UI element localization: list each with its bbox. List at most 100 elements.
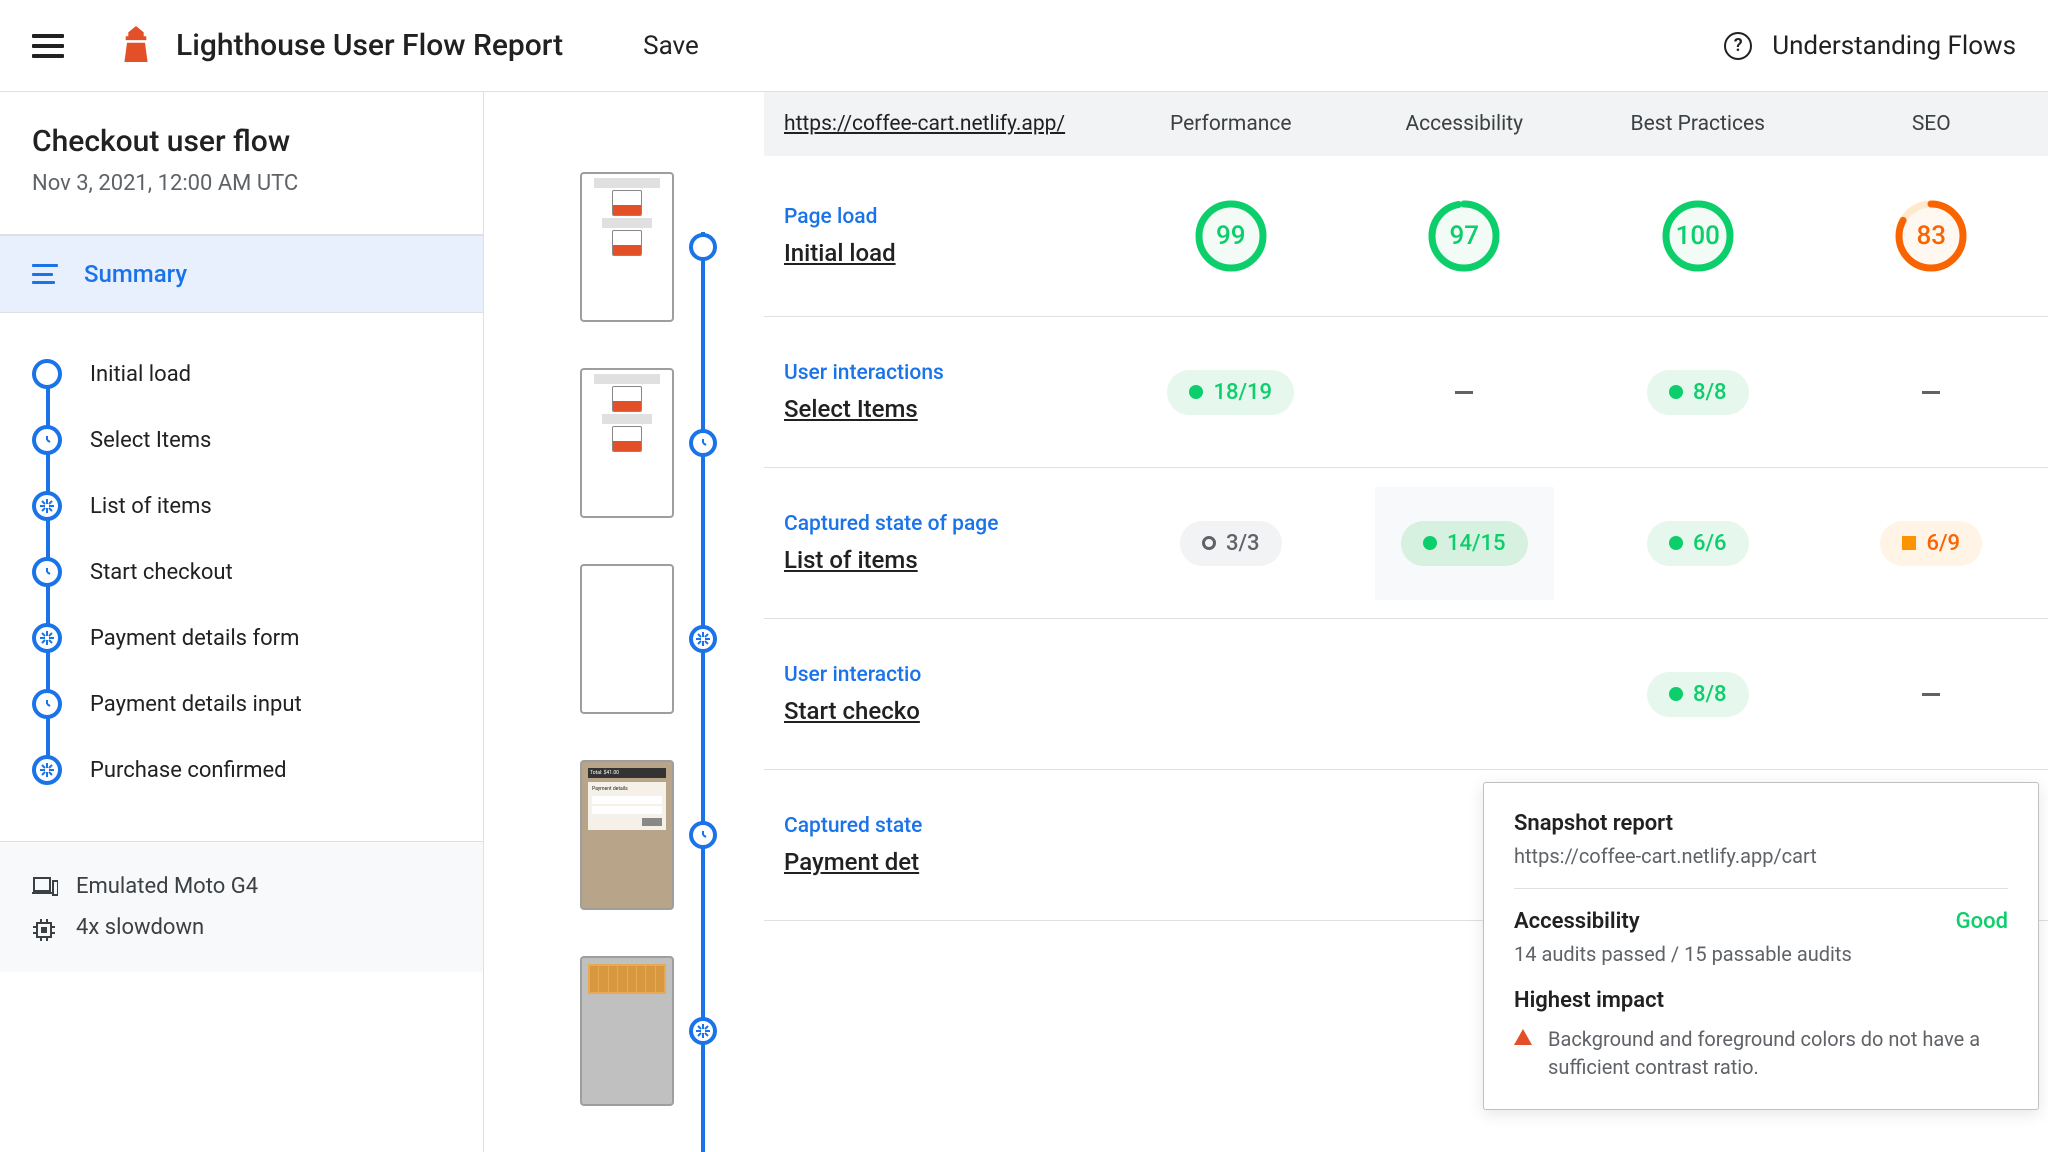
nav-item-label: Payment details input — [90, 692, 302, 717]
row-name-link[interactable]: Select Items — [784, 395, 1114, 423]
row-name-link[interactable]: Start checko — [784, 697, 1114, 725]
report-cell: 99 — [1114, 200, 1348, 272]
clock-node-icon — [32, 425, 62, 455]
timeline-item[interactable] — [524, 564, 764, 714]
aperture-node-icon — [32, 491, 62, 521]
timeline-item[interactable] — [524, 368, 764, 518]
cpu-icon — [32, 918, 56, 938]
col-accessibility: Accessibility — [1348, 112, 1582, 136]
sidebar-nav-item[interactable]: List of items — [32, 473, 451, 539]
clock-node-icon — [32, 689, 62, 719]
timeline-thumbnail — [580, 564, 674, 714]
score-chip[interactable]: 6/9 — [1880, 521, 1982, 566]
lighthouse-logo-icon — [120, 26, 152, 66]
warning-triangle-icon — [1514, 1029, 1532, 1045]
device-icon — [32, 877, 56, 897]
report-cell: 18/19 — [1114, 370, 1348, 415]
nav-item-label: List of items — [90, 494, 212, 519]
clock-node-icon — [32, 557, 62, 587]
report-cell: 83 — [1815, 200, 2048, 272]
row-name-link[interactable]: List of items — [784, 546, 1114, 574]
flow-date: Nov 3, 2021, 12:00 AM UTC — [32, 171, 451, 196]
nav-item-label: Initial load — [90, 362, 191, 387]
timeline-item[interactable] — [524, 172, 764, 322]
menu-icon[interactable] — [32, 34, 64, 58]
score-chip[interactable]: 6/6 — [1647, 521, 1749, 566]
tooltip-rating: Good — [1956, 909, 2008, 934]
sidebar-nav-item[interactable]: Select Items — [32, 407, 451, 473]
row-type-label: Captured state — [784, 814, 1114, 838]
nav-item-label: Purchase confirmed — [90, 758, 287, 783]
col-seo: SEO — [1815, 112, 2048, 136]
emulated-device: Emulated Moto G4 — [76, 874, 258, 899]
app-title: Lighthouse User Flow Report — [176, 28, 563, 63]
report-cell — [1815, 693, 2048, 696]
row-name-link[interactable]: Payment det — [784, 848, 1114, 876]
row-type-label: Captured state of page — [784, 512, 1114, 536]
row-type-label: Page load — [784, 205, 1114, 229]
dash-icon — [1922, 693, 1940, 696]
row-type-label: User interactions — [784, 361, 1114, 385]
understanding-flows-link[interactable]: Understanding Flows — [1772, 31, 2016, 61]
nav-item-label: Start checkout — [90, 560, 233, 585]
report-row: User interactions Select Items 18/19 8/8 — [764, 317, 2048, 468]
gauge-accessibility[interactable]: 97 — [1428, 200, 1500, 272]
report-cell — [1348, 391, 1582, 394]
col-performance: Performance — [1114, 112, 1348, 136]
report-cell: 3/3 — [1114, 521, 1348, 566]
summary-label: Summary — [84, 260, 187, 288]
tooltip-snapshot-report: Snapshot report https://coffee-cart.netl… — [1483, 782, 2039, 1110]
report-cell: 6/9 — [1815, 521, 2048, 566]
help-icon[interactable]: ? — [1724, 32, 1752, 60]
timeline-node-icon — [689, 429, 717, 457]
gauge-best-practices[interactable]: 100 — [1662, 200, 1734, 272]
row-type-label: User interactio — [784, 663, 1114, 687]
sidebar-nav-item[interactable]: Payment details form — [32, 605, 451, 671]
row-name-link[interactable]: Initial load — [784, 239, 1114, 267]
sidebar-nav-item[interactable]: Initial load — [32, 341, 451, 407]
cpu-throttle: 4x slowdown — [76, 915, 204, 940]
timeline-node-icon — [689, 233, 717, 261]
score-chip[interactable]: 14/15 — [1401, 521, 1528, 566]
aperture-node-icon — [32, 623, 62, 653]
save-button[interactable]: Save — [643, 31, 699, 61]
flow-title: Checkout user flow — [32, 124, 451, 159]
score-chip[interactable]: 3/3 — [1180, 521, 1282, 566]
sidebar-nav-item[interactable]: Payment details input — [32, 671, 451, 737]
timeline-thumbnail — [580, 368, 674, 518]
score-chip[interactable]: 8/8 — [1647, 672, 1749, 717]
nav-item-label: Select Items — [90, 428, 211, 453]
timeline-node-icon — [689, 821, 717, 849]
tooltip-issue-text: Background and foreground colors do not … — [1548, 1025, 2008, 1081]
report-header-row: https://coffee-cart.netlify.app/ Perform… — [764, 92, 2048, 156]
tooltip-detail: 14 audits passed / 15 passable audits — [1514, 942, 2008, 966]
report-row: User interactio Start checko 8/8 — [764, 619, 2048, 770]
report-cell: 100 — [1581, 200, 1815, 272]
tooltip-impact-title: Highest impact — [1514, 988, 2008, 1013]
sidebar-summary-tab[interactable]: Summary — [0, 235, 483, 313]
report-url[interactable]: https://coffee-cart.netlify.app/ — [764, 112, 1114, 136]
report-row: Page load Initial load 99 97 100 83 — [764, 156, 2048, 317]
tooltip-category: Accessibility — [1514, 909, 1640, 934]
score-chip[interactable]: 18/19 — [1167, 370, 1294, 415]
timeline-item[interactable]: Total: $41.00Payment details — [524, 760, 764, 910]
sidebar: Checkout user flow Nov 3, 2021, 12:00 AM… — [0, 92, 484, 1152]
report-cell: 97 — [1348, 200, 1582, 272]
report-cell: 6/6 — [1581, 521, 1815, 566]
gauge-seo[interactable]: 83 — [1895, 200, 1967, 272]
timeline-node-icon — [689, 1017, 717, 1045]
sidebar-nav-item[interactable]: Start checkout — [32, 539, 451, 605]
timeline: Total: $41.00Payment details — [524, 92, 764, 1152]
aperture-node-icon — [32, 755, 62, 785]
gauge-performance[interactable]: 99 — [1195, 200, 1267, 272]
report-row: Captured state of page List of items 3/3 14… — [764, 468, 2048, 619]
score-chip[interactable]: 8/8 — [1647, 370, 1749, 415]
sidebar-nav-item[interactable]: Purchase confirmed — [32, 737, 451, 803]
tooltip-url: https://coffee-cart.netlify.app/cart — [1514, 844, 2008, 889]
dash-icon — [1455, 391, 1473, 394]
timeline-node-icon — [689, 625, 717, 653]
circle-node-icon — [32, 359, 62, 389]
tooltip-title: Snapshot report — [1514, 811, 2008, 836]
timeline-thumbnail — [580, 172, 674, 322]
timeline-item[interactable] — [524, 956, 764, 1106]
